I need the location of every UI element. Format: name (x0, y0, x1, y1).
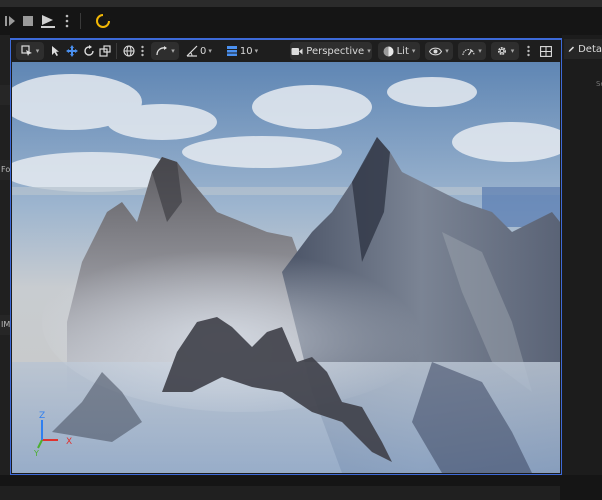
chevron-down-icon: ▾ (171, 47, 175, 55)
outliner-row[interactable] (0, 85, 10, 105)
performance-scalability-dropdown[interactable]: ▾ (458, 42, 486, 60)
scale-icon (99, 45, 111, 57)
gear-icon (497, 46, 506, 56)
viewport-settings-dropdown[interactable]: ▾ (491, 42, 519, 60)
globe-icon (123, 45, 135, 57)
skip-frame-button[interactable] (2, 12, 18, 30)
view-mode-label: Perspective (306, 45, 365, 57)
gizmo-x-label: X (66, 437, 72, 447)
play-button[interactable] (38, 12, 58, 30)
viewport-layout-button[interactable] (538, 42, 554, 60)
gizmo-y-label: Y (33, 449, 39, 458)
chevron-down-icon: ▾ (411, 47, 416, 55)
viewport-scene[interactable]: X Z Y (12, 62, 560, 473)
select-tool-button[interactable] (48, 42, 62, 60)
kebab-menu-icon (65, 14, 69, 28)
speedometer-icon (462, 49, 475, 56)
layout-grid-icon (540, 45, 552, 57)
lit-sphere-icon (383, 46, 394, 56)
angle-snap-icon (186, 45, 198, 57)
outliner-row[interactable]: Fo (0, 160, 10, 180)
compile-status-icon (96, 13, 111, 28)
details-search-hint: Se (596, 80, 602, 88)
chevron-down-icon: ▾ (445, 47, 449, 55)
main-toolbar (0, 7, 602, 35)
content-drawer-strip (0, 486, 560, 500)
details-tab[interactable]: Deta (564, 39, 602, 59)
grid-snap-button[interactable]: 10 ▾ (223, 42, 261, 60)
view-lighting-label: Lit (396, 45, 409, 57)
rotation-snap-button[interactable]: 0 ▾ (184, 42, 214, 60)
eye-icon (429, 47, 443, 55)
outliner-panel: Fo IM (0, 35, 10, 475)
chevron-down-icon: ▾ (478, 47, 482, 55)
toolbar-divider (80, 13, 81, 29)
kebab-menu-icon (140, 45, 144, 57)
view-lighting-dropdown[interactable]: Lit ▾ (378, 42, 420, 60)
chevron-down-icon: ▾ (35, 47, 40, 55)
move-arrows-icon (66, 45, 78, 57)
surface-snapping-button[interactable]: ▾ (151, 42, 179, 60)
toolbar-options-button[interactable] (62, 12, 72, 30)
rotate-icon (84, 45, 94, 56)
skip-frame-icon (5, 16, 15, 26)
chevron-down-icon: ▾ (208, 47, 212, 55)
outliner-row-label: IM (1, 320, 10, 329)
gizmo-z-label: Z (39, 411, 45, 421)
stop-button[interactable] (20, 12, 36, 30)
compile-status-button[interactable] (92, 12, 114, 30)
rotate-tool-button[interactable] (82, 42, 96, 60)
play-icon (41, 15, 55, 28)
title-strip (0, 0, 602, 7)
viewport-toolbar: ▾ ▾ 0 ▾ 10 ▾ Perspective ▾ Lit ▾ ▾ ▾ ▾ (12, 40, 560, 62)
viewport-options-button[interactable]: ▾ (16, 42, 44, 60)
mountain-landscape-render: X Z Y (12, 62, 560, 473)
stop-icon (23, 16, 33, 26)
toolbar-divider (116, 43, 117, 59)
show-flags-dropdown[interactable]: ▾ (425, 42, 453, 60)
details-panel (562, 35, 602, 475)
chevron-down-icon: ▾ (254, 47, 259, 55)
outliner-row[interactable]: IM (0, 315, 10, 335)
view-mode-dropdown[interactable]: Perspective ▾ (290, 42, 372, 60)
camera-icon (291, 47, 303, 55)
outliner-row-label: Fo (1, 165, 10, 174)
rotation-snap-value: 0 (200, 45, 207, 57)
grid-snap-value: 10 (239, 45, 253, 57)
details-tab-label: Deta (578, 43, 602, 55)
coordinate-system-button[interactable] (122, 42, 136, 60)
transform-options-button[interactable] (138, 42, 146, 60)
chevron-down-icon: ▾ (510, 47, 515, 55)
kebab-menu-icon (526, 45, 530, 57)
chevron-down-icon: ▾ (367, 47, 371, 55)
scale-tool-button[interactable] (98, 42, 112, 60)
cursor-arrow-icon (52, 46, 59, 56)
translate-tool-button[interactable] (65, 42, 79, 60)
viewport-more-options-button[interactable] (524, 42, 532, 60)
pencil-icon (568, 46, 575, 52)
select-mode-icon (21, 45, 32, 56)
grid-snap-icon (226, 46, 237, 56)
surface-snap-icon (156, 46, 168, 56)
